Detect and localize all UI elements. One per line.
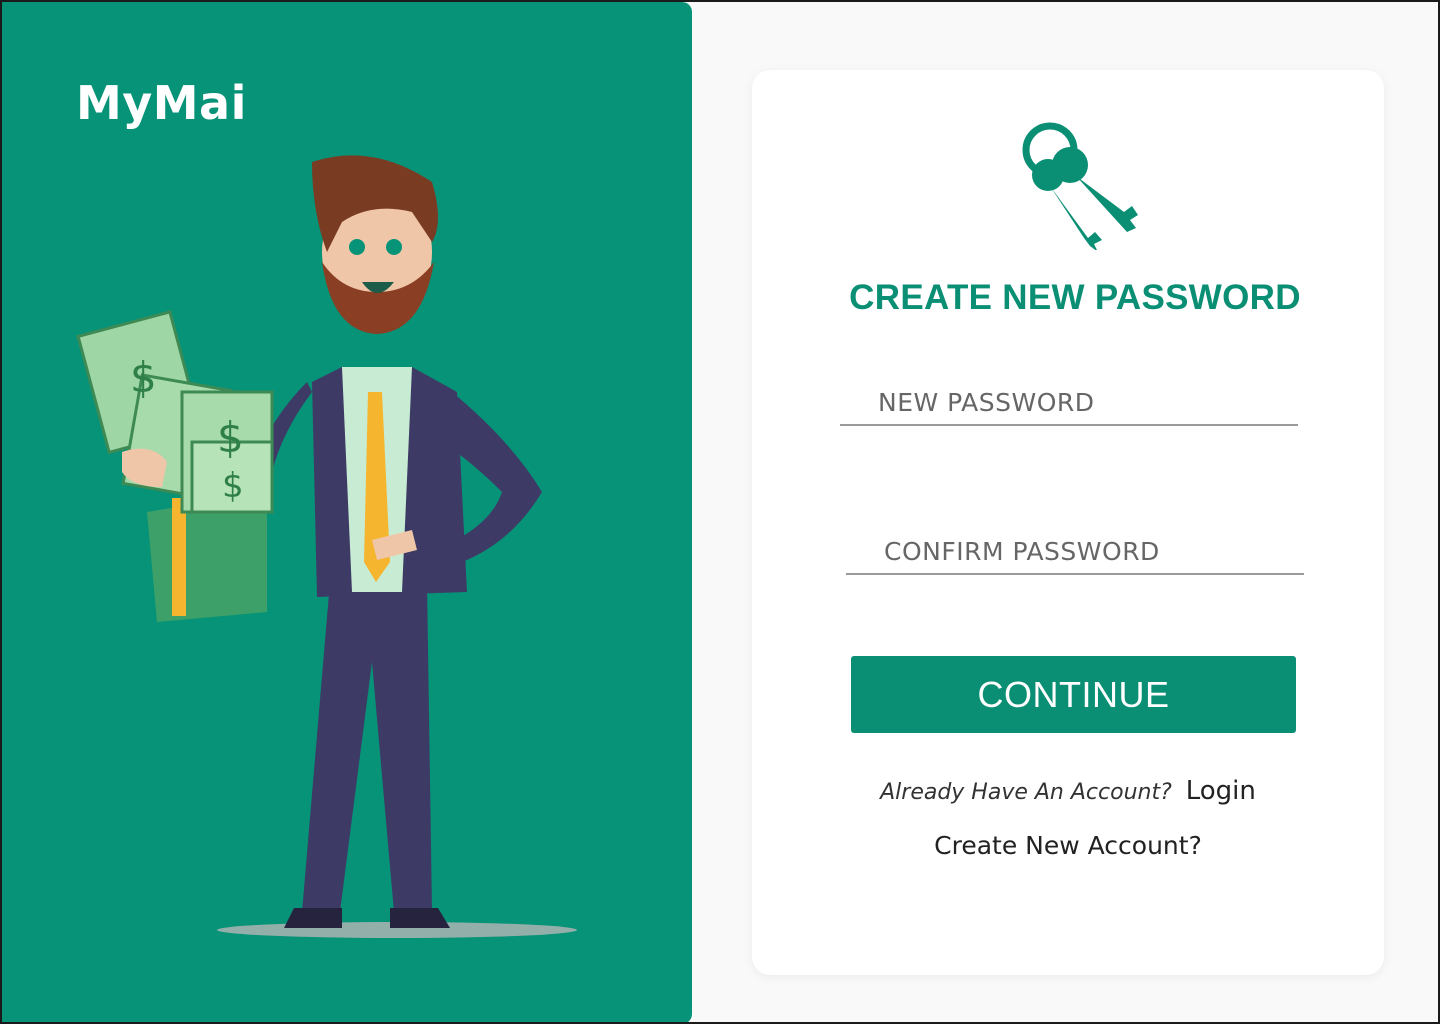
login-prompt-text: Already Have An Account? [880,780,1172,805]
new-password-field [840,380,1298,426]
login-prompt-row: Already Have An Account? Login [752,776,1384,806]
keys-icon [1022,122,1138,250]
confirm-password-input[interactable] [846,529,1304,573]
login-link[interactable]: Login [1186,776,1256,806]
hero-panel: MyMai $ $ $ [2,2,692,1022]
confirm-password-field [846,529,1304,575]
continue-button[interactable]: CONTINUE [851,656,1296,733]
page-title: CREATE NEW PASSWORD [849,278,1301,317]
svg-text:$: $ [130,353,157,402]
create-account-link[interactable]: Create New Account? [752,831,1384,860]
brand-logo: MyMai [76,76,247,130]
new-password-input[interactable] [840,380,1298,424]
svg-text:$: $ [217,413,244,462]
app-frame: MyMai $ $ $ CREATE NEW PASSWORD CONTINUE… [0,0,1440,1024]
businessman-illustration: $ $ $ [76,155,577,938]
svg-text:$: $ [222,466,244,506]
